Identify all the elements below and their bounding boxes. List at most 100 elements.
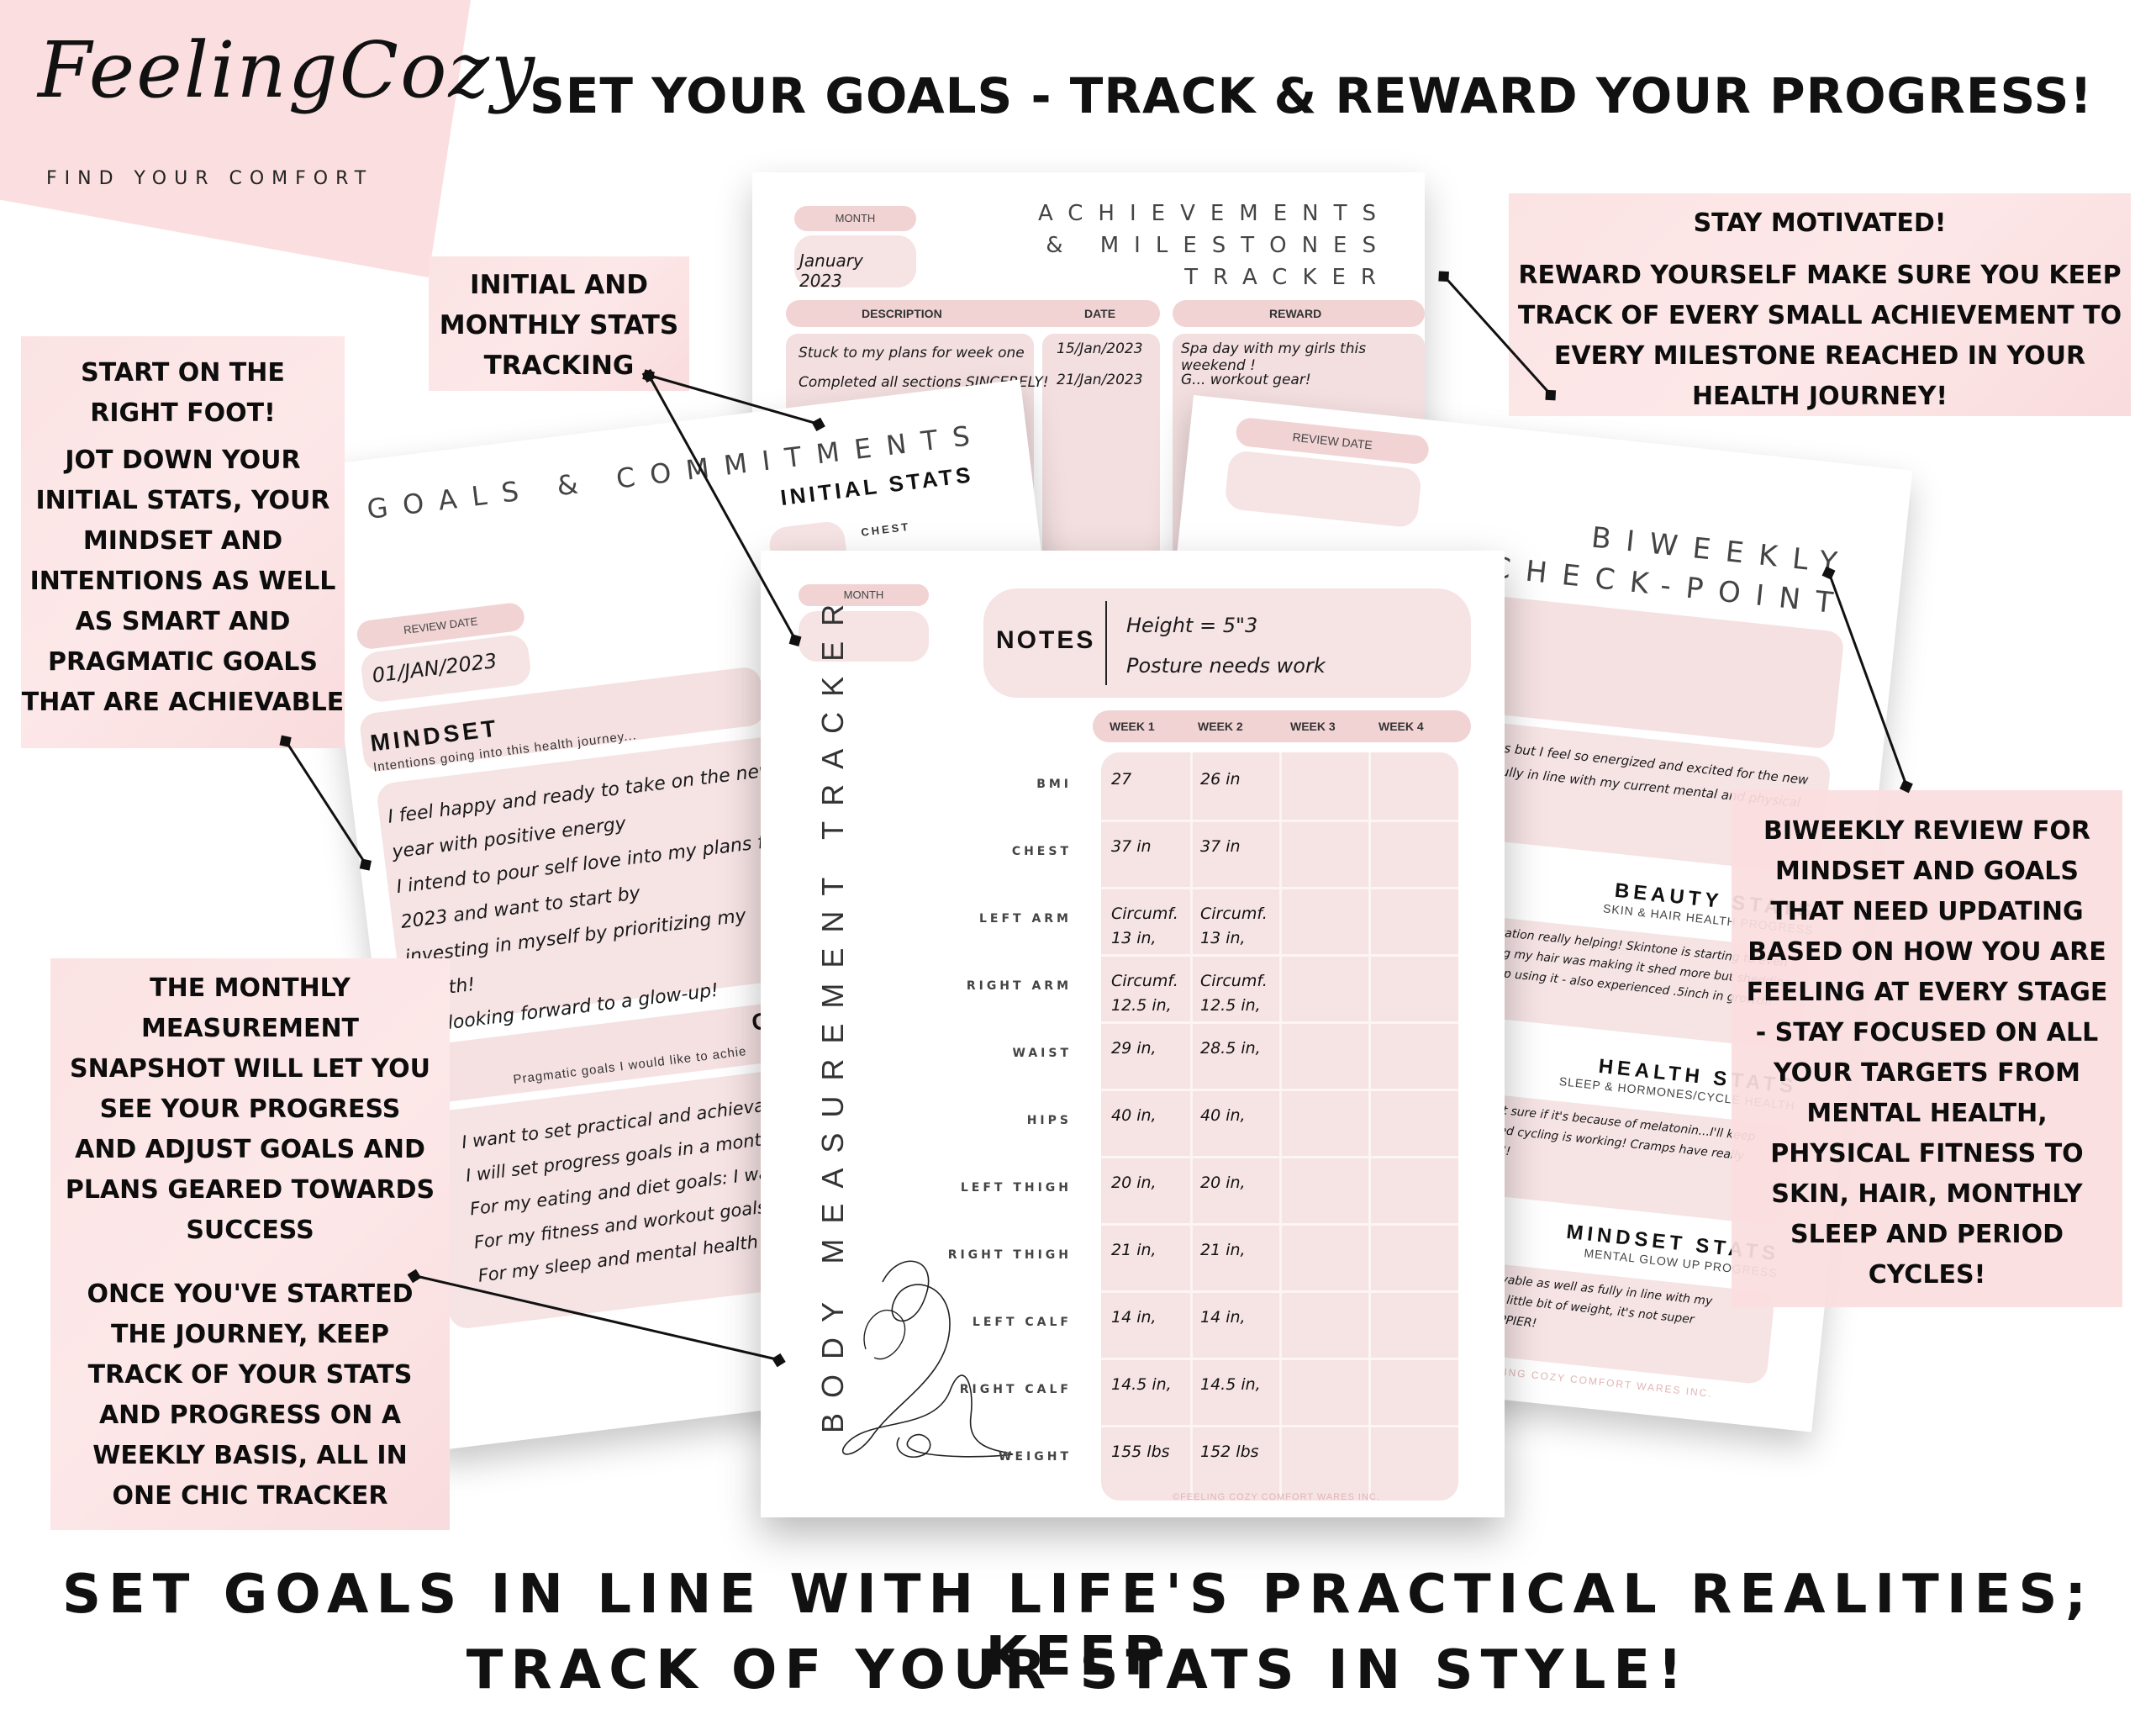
callout-line: PRAGMATIC GOALS xyxy=(47,647,319,677)
callout-line: MINDSET AND xyxy=(82,526,283,556)
measurement-cell[interactable] xyxy=(1289,1037,1365,1095)
week-2-header: WEEK 2 xyxy=(1198,720,1243,733)
measurement-cell[interactable]: 29 in, xyxy=(1111,1037,1187,1095)
measurement-cell[interactable] xyxy=(1289,1440,1365,1499)
grid-row-divider xyxy=(1101,1089,1458,1091)
measurement-cell[interactable] xyxy=(1378,1238,1454,1297)
measurement-cell[interactable] xyxy=(1289,902,1365,961)
month-field[interactable]: January 2023 xyxy=(794,235,916,291)
callout-line: INITIAL STATS, YOUR xyxy=(35,486,330,515)
table-header-description-date: DESCRIPTION DATE xyxy=(786,300,1160,327)
grid-row-divider xyxy=(1101,1358,1458,1360)
measurement-cell[interactable] xyxy=(1378,1440,1454,1499)
measurement-cell[interactable]: Circumf. 13 in, xyxy=(1111,902,1187,961)
callout-line: THE JOURNEY, KEEP xyxy=(110,1320,390,1349)
achievement-row-2-date: 21/Jan/2023 xyxy=(1057,372,1143,388)
date-column xyxy=(1042,334,1160,567)
line-art-figure-icon xyxy=(842,1260,1014,1459)
mindset-lines: I feel happy and ready to take on the ne… xyxy=(386,750,825,1046)
measurement-cell[interactable]: 14 in, xyxy=(1111,1306,1187,1364)
measurement-cell[interactable]: 21 in, xyxy=(1111,1238,1187,1297)
measurement-cell[interactable] xyxy=(1378,902,1454,961)
tracker-copyright: ©FEELING COZY COMFORT WARES INC. xyxy=(1173,1492,1380,1502)
measurement-cell[interactable] xyxy=(1378,1037,1454,1095)
measurement-cell[interactable]: 20 in, xyxy=(1111,1171,1187,1230)
measurement-row-label: LEFT CALF xyxy=(972,1316,1072,1329)
callout-line: AND PROGRESS ON A xyxy=(98,1401,402,1430)
measurement-cell[interactable]: 37 in xyxy=(1111,835,1187,894)
grid-row-divider xyxy=(1101,887,1458,889)
measurement-row-label: CHEST xyxy=(1011,845,1072,858)
achievement-row-1-date: 15/Jan/2023 xyxy=(1057,340,1143,357)
notes-label: NOTES xyxy=(996,626,1096,654)
measurement-cell[interactable]: 21 in, xyxy=(1200,1238,1276,1297)
measurement-cell[interactable]: 14.5 in, xyxy=(1111,1373,1187,1432)
callout-line: EVERY MILESTONE REACHED IN YOUR xyxy=(1553,341,2086,371)
callout-line: SEE YOUR PROGRESS xyxy=(99,1095,401,1124)
callout-line: INTENTIONS AS WELL xyxy=(29,567,336,596)
callout-heading: START ON THE xyxy=(81,358,285,388)
callout-monthly-snapshot: THE MONTHLY MEASUREMENT SNAPSHOT WILL LE… xyxy=(50,958,450,1530)
title-line: & MILESTONES xyxy=(1046,233,1391,258)
month-label: MONTH xyxy=(835,212,876,224)
grid-row-divider xyxy=(1101,1223,1458,1226)
callout-line: PHYSICAL FITNESS TO xyxy=(1770,1139,2084,1168)
measurement-cell[interactable]: Circumf. 13 in, xyxy=(1200,902,1276,961)
callout-line: FEELING AT EVERY STAGE xyxy=(1746,978,2108,1007)
measurement-cell[interactable] xyxy=(1289,1104,1365,1163)
col-reward: REWARD xyxy=(1269,307,1322,320)
callout-line: MINDSET AND GOALS xyxy=(1775,857,2079,886)
measurement-cell[interactable] xyxy=(1289,768,1365,826)
measurement-cell[interactable] xyxy=(1289,1238,1365,1297)
measurement-cell[interactable]: Circumf. 12.5 in, xyxy=(1200,969,1276,1028)
note-line: Posture needs work xyxy=(1126,654,1326,678)
measurement-cell[interactable] xyxy=(1378,969,1454,1028)
measurement-cell[interactable] xyxy=(1378,1104,1454,1163)
brand-logo: FeelingCozy xyxy=(38,25,536,115)
footer-line-2: TRACK OF YOUR STATS IN STYLE! xyxy=(466,1639,1690,1701)
callout-biweekly-review: BIWEEKLY REVIEW FOR MINDSET AND GOALS TH… xyxy=(1732,790,2122,1307)
measurement-cell[interactable] xyxy=(1378,1306,1454,1364)
measurement-cell[interactable]: 26 in xyxy=(1200,768,1276,826)
measurement-cell[interactable]: 20 in, xyxy=(1200,1171,1276,1230)
achievement-row-1-description: Stuck to my plans for week one xyxy=(799,345,1025,361)
measurement-cell[interactable]: 28.5 in, xyxy=(1200,1037,1276,1095)
measurement-row-label: RIGHT ARM xyxy=(966,979,1072,993)
measurement-cell[interactable] xyxy=(1289,969,1365,1028)
notes-panel[interactable]: NOTES Height = 5"3 Posture needs work xyxy=(983,588,1471,698)
measurement-cell[interactable] xyxy=(1378,835,1454,894)
grid-row-divider xyxy=(1101,1290,1458,1293)
measurement-cell[interactable] xyxy=(1378,768,1454,826)
callout-line: - STAY FOCUSED ON ALL xyxy=(1755,1018,2099,1047)
measurement-cell[interactable]: 152 lbs xyxy=(1200,1440,1276,1499)
measurement-cell[interactable]: 14.5 in, xyxy=(1200,1373,1276,1432)
measurement-cell[interactable] xyxy=(1289,835,1365,894)
measurement-cell[interactable] xyxy=(1289,1373,1365,1432)
week-header: WEEK 1 WEEK 2 WEEK 3 WEEK 4 xyxy=(1093,710,1471,742)
initial-stats-chest-label: CHEST xyxy=(860,520,911,539)
title-line: ACHIEVEMENTS xyxy=(1037,201,1391,226)
callout-line: YOUR TARGETS FROM xyxy=(1773,1058,2081,1088)
measurement-cell[interactable]: 40 in, xyxy=(1111,1104,1187,1163)
grid-row-divider xyxy=(1101,820,1458,822)
measurement-cell[interactable]: 155 lbs xyxy=(1111,1440,1187,1499)
callout-line: TRACK OF EVERY SMALL ACHIEVEMENT TO xyxy=(1517,301,2122,330)
measurement-cell[interactable]: 14 in, xyxy=(1200,1306,1276,1364)
brand-tagline: FIND YOUR COMFORT xyxy=(46,168,374,189)
measurement-cell[interactable]: Circumf. 12.5 in, xyxy=(1111,969,1187,1028)
grid-column-divider xyxy=(1368,752,1371,1501)
measurement-cell[interactable] xyxy=(1289,1306,1365,1364)
callout-line: WEEKLY BASIS, ALL IN xyxy=(92,1441,408,1470)
callout-line: TRACK OF YOUR STATS xyxy=(87,1360,413,1390)
measurement-row-label: RIGHT CALF xyxy=(959,1383,1072,1396)
col-date: DATE xyxy=(1084,307,1116,320)
measurement-cell[interactable] xyxy=(1289,1171,1365,1230)
grid-column-divider xyxy=(1279,752,1282,1501)
measurement-cell[interactable] xyxy=(1378,1373,1454,1432)
note-line: Height = 5"3 xyxy=(1126,614,1258,637)
measurement-cell[interactable] xyxy=(1378,1171,1454,1230)
measurement-cell[interactable]: 37 in xyxy=(1200,835,1276,894)
measurement-cell[interactable]: 40 in, xyxy=(1200,1104,1276,1163)
measurement-cell[interactable]: 27 xyxy=(1111,768,1187,826)
callout-line: THE MONTHLY xyxy=(150,973,351,1003)
